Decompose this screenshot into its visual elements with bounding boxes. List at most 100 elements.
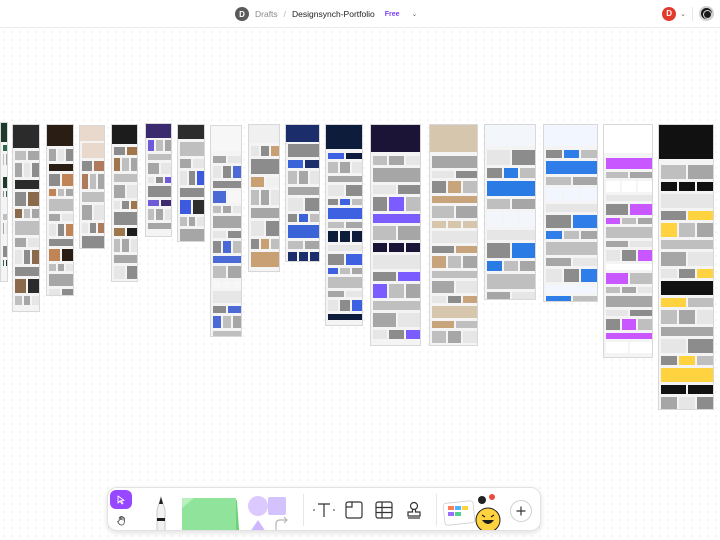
design-frame-thumbnail[interactable] bbox=[325, 124, 363, 326]
workspace-avatar[interactable]: D bbox=[235, 7, 249, 21]
frame-content-block bbox=[630, 310, 652, 316]
frame-content-block bbox=[340, 162, 350, 173]
frame-content-block bbox=[432, 306, 477, 318]
user-menu-chevron-down-icon[interactable]: ⌄ bbox=[680, 10, 686, 18]
frame-content-block bbox=[261, 190, 269, 205]
frame-hero bbox=[178, 125, 204, 139]
frame-hero bbox=[371, 125, 420, 152]
table-tool-button[interactable] bbox=[374, 500, 394, 520]
sticky-note-tool-button[interactable] bbox=[180, 496, 240, 530]
frame-content-block bbox=[15, 151, 26, 160]
frame-content-block bbox=[661, 310, 677, 324]
frame-content-block bbox=[606, 204, 628, 215]
design-frame-thumbnail[interactable] bbox=[370, 124, 421, 346]
design-frame-thumbnail[interactable] bbox=[658, 124, 714, 410]
frame-hero bbox=[249, 125, 279, 143]
frame-content-block bbox=[328, 176, 362, 182]
frame-hero bbox=[659, 125, 713, 159]
design-frame-thumbnail[interactable] bbox=[248, 124, 280, 272]
frame-content-block bbox=[49, 199, 73, 211]
frame-content-block bbox=[487, 274, 535, 289]
frame-content-block bbox=[148, 200, 159, 206]
frame-content-block bbox=[130, 201, 137, 209]
frame-content-block bbox=[328, 268, 338, 274]
design-frame-thumbnail[interactable] bbox=[543, 124, 598, 302]
frame-content-block bbox=[546, 204, 597, 212]
frame-content-block bbox=[3, 223, 4, 234]
move-tool-button[interactable] bbox=[110, 490, 132, 509]
frame-content-block bbox=[447, 296, 462, 303]
frame-content-block bbox=[397, 313, 420, 327]
design-frame-thumbnail[interactable] bbox=[285, 124, 320, 262]
frame-content-block bbox=[288, 187, 319, 195]
frame-content-block bbox=[661, 298, 686, 307]
frame-content-block bbox=[697, 356, 713, 365]
frame-content-block bbox=[638, 319, 652, 330]
frame-content-block bbox=[546, 269, 562, 282]
file-name[interactable]: Designsynch-Portfolio bbox=[292, 9, 375, 19]
marker-tool-button[interactable] bbox=[146, 494, 176, 530]
widgets-tool-button[interactable] bbox=[442, 492, 506, 530]
frame-content-block bbox=[213, 306, 226, 313]
collaborator-avatar-icon[interactable] bbox=[699, 6, 714, 21]
frame-content-block bbox=[606, 342, 628, 353]
frame-content-block bbox=[114, 185, 125, 198]
design-frame-thumbnail[interactable] bbox=[429, 124, 478, 346]
frame-content-block bbox=[148, 140, 155, 151]
frame-content-block bbox=[606, 333, 652, 339]
frame-content-block bbox=[661, 385, 686, 394]
design-frame-thumbnail[interactable] bbox=[210, 125, 242, 337]
frame-content-block bbox=[28, 192, 39, 206]
frame-content-block bbox=[622, 181, 636, 192]
frame-content-block bbox=[463, 221, 477, 228]
design-frame-thumbnail[interactable] bbox=[484, 124, 536, 300]
frame-content-block bbox=[328, 222, 344, 228]
frame-content-block bbox=[213, 331, 241, 336]
frame-content-block bbox=[223, 166, 231, 178]
frame-content-block bbox=[213, 206, 221, 213]
frame-content-block bbox=[328, 314, 362, 320]
frame-content-block bbox=[520, 212, 535, 227]
frame-content-block bbox=[661, 281, 713, 295]
design-frame-thumbnail[interactable] bbox=[603, 124, 653, 358]
design-frame-thumbnail[interactable] bbox=[46, 124, 74, 296]
text-tool-button[interactable] bbox=[312, 500, 336, 520]
user-avatar[interactable]: D bbox=[662, 6, 677, 21]
frame-content-block bbox=[288, 144, 319, 157]
frame-content-block bbox=[463, 256, 477, 268]
hand-tool-button[interactable] bbox=[110, 511, 132, 530]
frame-content-block bbox=[228, 306, 241, 313]
frame-content-block bbox=[98, 223, 104, 233]
design-frame-thumbnail[interactable] bbox=[79, 125, 105, 249]
design-frame-thumbnail[interactable] bbox=[111, 124, 138, 282]
frame-content-block bbox=[688, 211, 713, 220]
design-frame-thumbnail[interactable] bbox=[177, 124, 205, 242]
frame-content-block bbox=[352, 199, 362, 205]
canvas[interactable] bbox=[0, 28, 720, 540]
file-menu-chevron-down-icon[interactable]: ⌄ bbox=[412, 10, 418, 18]
section-tool-button[interactable] bbox=[344, 500, 364, 520]
design-frame-thumbnail[interactable] bbox=[12, 124, 40, 312]
add-more-button[interactable] bbox=[510, 500, 532, 522]
frame-content-block bbox=[487, 168, 502, 178]
frame-content-block bbox=[563, 269, 580, 282]
stamp-tool-button[interactable] bbox=[404, 500, 424, 520]
frame-content-block bbox=[213, 241, 221, 253]
frame-content-block bbox=[373, 243, 388, 252]
frame-content-block bbox=[389, 243, 404, 252]
frame-content-block bbox=[213, 256, 241, 263]
frame-content-block bbox=[455, 321, 477, 328]
frame-content-block bbox=[32, 250, 39, 264]
frame-content-block bbox=[520, 261, 535, 271]
design-frame-thumbnail[interactable] bbox=[0, 122, 8, 282]
design-frame-thumbnail[interactable] bbox=[145, 123, 172, 237]
frame-content-block bbox=[148, 163, 159, 174]
frame-content-block bbox=[233, 166, 241, 178]
frame-content-block bbox=[661, 252, 686, 266]
frame-content-block bbox=[32, 296, 39, 305]
frame-content-block bbox=[233, 316, 241, 328]
shapes-tool-button[interactable] bbox=[244, 494, 294, 530]
breadcrumb-drafts-link[interactable]: Drafts bbox=[255, 9, 278, 19]
frame-content-block bbox=[328, 277, 362, 288]
frame-content-block bbox=[233, 206, 241, 213]
